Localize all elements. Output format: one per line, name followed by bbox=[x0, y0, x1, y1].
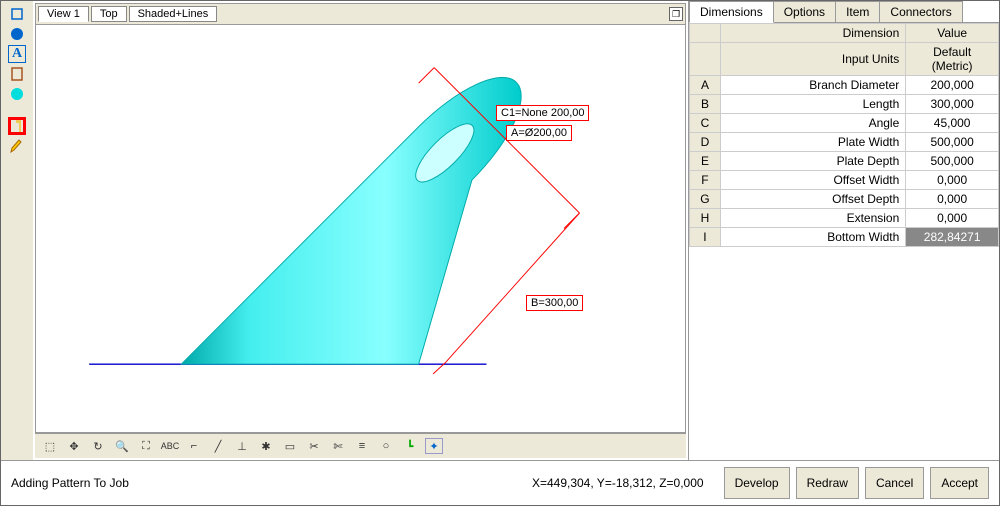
cancel-button[interactable]: Cancel bbox=[865, 467, 924, 499]
dimension-label-c1: C1=None 200,00 bbox=[496, 105, 589, 121]
row-dimension: Offset Width bbox=[720, 171, 905, 190]
row-key: C bbox=[690, 114, 721, 133]
table-row[interactable]: BLength300,000 bbox=[690, 95, 999, 114]
header-units-value[interactable]: Default (Metric) bbox=[906, 43, 999, 76]
bt-select-icon[interactable]: ⬚ bbox=[41, 438, 59, 454]
row-value[interactable]: 0,000 bbox=[906, 209, 999, 228]
row-value[interactable]: 500,000 bbox=[906, 152, 999, 171]
viewport-tab-view1[interactable]: View 1 bbox=[38, 6, 89, 22]
table-row[interactable]: IBottom Width282,84271 bbox=[690, 228, 999, 247]
bt-rotate-icon[interactable]: ↻ bbox=[89, 438, 107, 454]
tab-item[interactable]: Item bbox=[835, 1, 880, 22]
status-message: Adding Pattern To Job bbox=[11, 476, 129, 490]
bottom-toolbar: ⬚ ✥ ↻ 🔍 ⛶ ABC ⌐ ╱ ⊥ ✱ ▭ ✂ ✄ ≡ ○ ┗ ✦ bbox=[35, 433, 686, 458]
row-dimension: Extension bbox=[720, 209, 905, 228]
status-coordinates: X=449,304, Y=-18,312, Z=0,000 bbox=[129, 476, 724, 490]
row-value[interactable]: 0,000 bbox=[906, 190, 999, 209]
model-drawing bbox=[36, 25, 685, 432]
table-row[interactable]: FOffset Width0,000 bbox=[690, 171, 999, 190]
left-toolbar: A bbox=[1, 1, 33, 460]
header-input-units: Input Units bbox=[720, 43, 905, 76]
bt-text-icon[interactable]: ABC bbox=[161, 438, 179, 454]
tab-dimensions[interactable]: Dimensions bbox=[689, 1, 774, 23]
bt-axis-icon[interactable]: ┗ bbox=[401, 438, 419, 454]
row-key: I bbox=[690, 228, 721, 247]
table-row[interactable]: HExtension0,000 bbox=[690, 209, 999, 228]
header-dimension: Dimension bbox=[720, 24, 905, 43]
bt-zoomfit-icon[interactable]: ⛶ bbox=[137, 438, 155, 454]
bt-grid-icon[interactable]: ✦ bbox=[425, 438, 443, 454]
tool-pattern-icon[interactable] bbox=[8, 117, 26, 135]
accept-button[interactable]: Accept bbox=[930, 467, 989, 499]
bt-perp-icon[interactable]: ⊥ bbox=[233, 438, 251, 454]
dimension-label-b: B=300,00 bbox=[526, 295, 583, 311]
dimensions-table: Dimension Value Input Units Default (Met… bbox=[689, 23, 999, 247]
viewport-tab-shaded[interactable]: Shaded+Lines bbox=[129, 6, 218, 22]
row-value[interactable]: 282,84271 bbox=[906, 228, 999, 247]
tool-clipboard-icon[interactable] bbox=[8, 65, 26, 83]
bt-scissors-icon[interactable]: ✄ bbox=[329, 438, 347, 454]
tool-globe-icon[interactable] bbox=[8, 25, 26, 43]
row-value[interactable]: 300,000 bbox=[906, 95, 999, 114]
row-dimension: Plate Depth bbox=[720, 152, 905, 171]
row-dimension: Angle bbox=[720, 114, 905, 133]
tool-cube-icon[interactable] bbox=[8, 5, 26, 23]
redraw-button[interactable]: Redraw bbox=[796, 467, 859, 499]
table-row[interactable]: ABranch Diameter200,000 bbox=[690, 76, 999, 95]
dimension-label-a: A=Ø200,00 bbox=[506, 125, 572, 141]
status-bar: Adding Pattern To Job X=449,304, Y=-18,3… bbox=[1, 460, 999, 505]
row-key: E bbox=[690, 152, 721, 171]
table-row[interactable]: CAngle45,000 bbox=[690, 114, 999, 133]
row-key: B bbox=[690, 95, 721, 114]
row-key: H bbox=[690, 209, 721, 228]
bt-zoom-icon[interactable]: 🔍 bbox=[113, 438, 131, 454]
row-dimension: Plate Width bbox=[720, 133, 905, 152]
row-value[interactable]: 0,000 bbox=[906, 171, 999, 190]
tool-text-icon[interactable]: A bbox=[8, 45, 26, 63]
tool-edit-icon[interactable] bbox=[8, 137, 26, 155]
tab-options[interactable]: Options bbox=[773, 1, 836, 22]
viewport-tab-top[interactable]: Top bbox=[91, 6, 127, 22]
table-row[interactable]: EPlate Depth500,000 bbox=[690, 152, 999, 171]
tab-connectors[interactable]: Connectors bbox=[879, 1, 962, 22]
viewport-tabbar: View 1 Top Shaded+Lines ❐ bbox=[35, 3, 686, 24]
row-value[interactable]: 200,000 bbox=[906, 76, 999, 95]
bt-layers-icon[interactable]: ≡ bbox=[353, 438, 371, 454]
row-key: G bbox=[690, 190, 721, 209]
bt-cut-icon[interactable]: ✂ bbox=[305, 438, 323, 454]
row-value[interactable]: 45,000 bbox=[906, 114, 999, 133]
table-row[interactable]: DPlate Width500,000 bbox=[690, 133, 999, 152]
row-dimension: Bottom Width bbox=[720, 228, 905, 247]
table-row[interactable]: GOffset Depth0,000 bbox=[690, 190, 999, 209]
row-value[interactable]: 500,000 bbox=[906, 133, 999, 152]
tool-circle-icon[interactable] bbox=[8, 85, 26, 103]
bt-line-icon[interactable]: ╱ bbox=[209, 438, 227, 454]
right-tabs: Dimensions Options Item Connectors bbox=[689, 1, 999, 23]
row-dimension: Length bbox=[720, 95, 905, 114]
row-key: D bbox=[690, 133, 721, 152]
row-dimension: Branch Diameter bbox=[720, 76, 905, 95]
header-value: Value bbox=[906, 24, 999, 43]
bt-angle-icon[interactable]: ⌐ bbox=[185, 438, 203, 454]
bt-star-icon[interactable]: ✱ bbox=[257, 438, 275, 454]
maximize-icon[interactable]: ❐ bbox=[669, 7, 683, 21]
row-key: F bbox=[690, 171, 721, 190]
bt-circle-icon[interactable]: ○ bbox=[377, 438, 395, 454]
row-dimension: Offset Depth bbox=[720, 190, 905, 209]
row-key: A bbox=[690, 76, 721, 95]
viewport-3d[interactable]: C1=None 200,00 A=Ø200,00 B=300,00 bbox=[35, 24, 686, 433]
bt-move-icon[interactable]: ✥ bbox=[65, 438, 83, 454]
develop-button[interactable]: Develop bbox=[724, 467, 790, 499]
bt-rect-icon[interactable]: ▭ bbox=[281, 438, 299, 454]
